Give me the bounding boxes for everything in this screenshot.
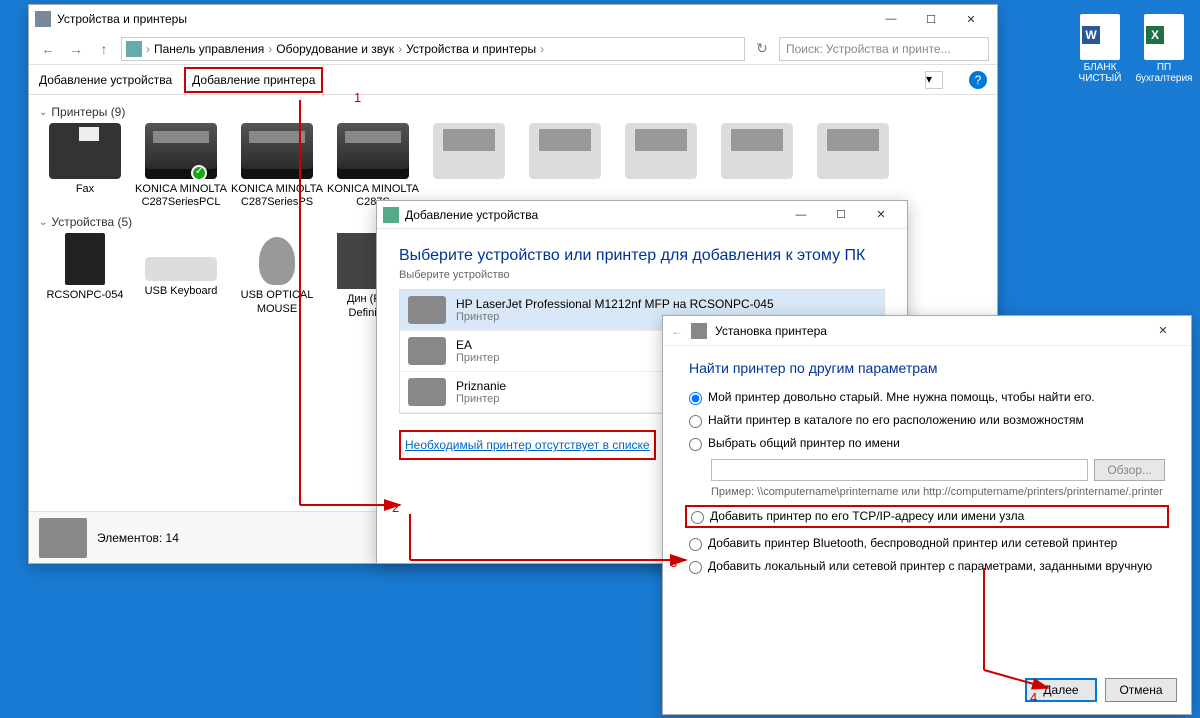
radio-option-shared[interactable]: Выбрать общий принтер по имени [689, 436, 1165, 451]
dialog-heading: Найти принтер по другим параметрам [689, 360, 1165, 376]
status-text: Элементов: 14 [97, 531, 179, 545]
desktop-icon-excel[interactable]: ПП бухгалтерия [1134, 14, 1194, 84]
install-printer-dialog: ← Установка принтера ✕ Найти принтер по … [662, 315, 1192, 715]
cancel-button[interactable]: Отмена [1105, 678, 1177, 702]
help-button[interactable]: ? [969, 71, 987, 89]
radio-option-catalog[interactable]: Найти принтер в каталоге по его располож… [689, 413, 1165, 428]
device-item[interactable] [807, 123, 899, 209]
device-item[interactable] [519, 123, 611, 209]
radio-option-local[interactable]: Добавить локальный или сетевой принтер с… [689, 559, 1165, 574]
breadcrumb-item[interactable]: Устройства и принтеры [406, 42, 536, 56]
annotation-3: 3 [670, 555, 677, 570]
back-button[interactable]: ← [671, 324, 683, 338]
printer-icon [145, 123, 217, 179]
dialog-icon [383, 207, 399, 223]
group-header-printers[interactable]: ⌄ Принтеры (9) [39, 105, 987, 119]
fax-icon [49, 123, 121, 179]
chevron-down-icon: ⌄ [39, 217, 47, 228]
printer-icon [625, 123, 697, 179]
dialog-heading: Выберите устройство или принтер для доба… [399, 247, 885, 265]
titlebar[interactable]: Устройства и принтеры — ☐ ✕ [29, 5, 997, 33]
search-input[interactable]: Поиск: Устройства и принте... [779, 37, 989, 61]
printer-icon [529, 123, 601, 179]
device-item[interactable]: KONICA MINOLTA C287S [327, 123, 419, 209]
titlebar[interactable]: Добавление устройства — ☐ ✕ [377, 201, 907, 229]
close-button[interactable]: ✕ [861, 202, 901, 228]
add-printer-button[interactable]: Добавление принтера [184, 67, 323, 93]
breadcrumb-icon [126, 41, 142, 57]
device-item[interactable] [615, 123, 707, 209]
breadcrumb-item[interactable]: Панель управления [154, 42, 264, 56]
desktop-icon-label: ПП бухгалтерия [1134, 62, 1194, 84]
dialog-title: Установка принтера [715, 324, 827, 338]
missing-printer-link[interactable]: Необходимый принтер отсутствует в списке [405, 438, 650, 452]
up-button[interactable]: ↑ [93, 38, 115, 60]
minimize-button[interactable]: — [871, 6, 911, 32]
desktop-icon-label: БЛАНК ЧИСТЫЙ [1070, 62, 1130, 84]
maximize-button[interactable]: ☐ [821, 202, 861, 228]
device-item[interactable]: RCSONPC-054 [39, 233, 131, 319]
view-dropdown[interactable]: ▾ [925, 71, 943, 89]
breadcrumb-item[interactable]: Оборудование и звук [276, 42, 394, 56]
forward-button[interactable]: → [65, 38, 87, 60]
back-button[interactable]: ← [37, 38, 59, 60]
check-icon [191, 165, 207, 181]
breadcrumb[interactable]: › Панель управления › Оборудование и зву… [121, 37, 745, 61]
printer-icon [337, 123, 409, 179]
printer-icon [433, 123, 505, 179]
device-item[interactable]: KONICA MINOLTA C287SeriesPCL [135, 123, 227, 209]
printer-icon [408, 337, 446, 365]
radio-option-bluetooth[interactable]: Добавить принтер Bluetooth, беспроводной… [689, 536, 1165, 551]
printer-icon [721, 123, 793, 179]
command-bar: Добавление устройства Добавление принтер… [29, 65, 997, 95]
shared-name-input[interactable] [711, 459, 1088, 481]
printer-icon [691, 323, 707, 339]
nav-row: ← → ↑ › Панель управления › Оборудование… [29, 33, 997, 65]
excel-icon [1144, 14, 1184, 60]
printer-icon [408, 296, 446, 324]
annotation-2: 2 [392, 500, 399, 515]
mouse-icon [259, 237, 295, 285]
pc-icon [65, 233, 105, 285]
titlebar[interactable]: ← Установка принтера ✕ [663, 316, 1191, 346]
device-item[interactable] [423, 123, 515, 209]
device-item[interactable]: USB OPTICAL MOUSE [231, 233, 323, 319]
browse-button[interactable]: Обзор... [1094, 459, 1165, 481]
refresh-button[interactable]: ↻ [751, 38, 773, 60]
radio-option-tcpip[interactable]: Добавить принтер по его TCP/IP-адресу ил… [685, 505, 1169, 528]
device-item[interactable]: USB Keyboard [135, 233, 227, 319]
keyboard-icon [145, 257, 217, 281]
device-item[interactable]: Fax [39, 123, 131, 209]
hint-text: Пример: \\computername\printername или h… [711, 485, 1165, 499]
close-button[interactable]: ✕ [951, 6, 991, 32]
device-item[interactable] [711, 123, 803, 209]
radio-option-old[interactable]: Мой принтер довольно старый. Мне нужна п… [689, 390, 1165, 405]
dialog-title: Добавление устройства [405, 208, 538, 222]
dialog-subtitle: Выберите устройство [399, 269, 885, 281]
window-title: Устройства и принтеры [57, 12, 187, 26]
annotation-1: 1 [354, 90, 361, 105]
status-icon [39, 518, 87, 558]
maximize-button[interactable]: ☐ [911, 6, 951, 32]
printer-icon [817, 123, 889, 179]
add-device-button[interactable]: Добавление устройства [39, 73, 172, 87]
close-button[interactable]: ✕ [1143, 318, 1183, 344]
device-item[interactable]: KONICA MINOLTA C287SeriesPS [231, 123, 323, 209]
printer-icon [408, 378, 446, 406]
minimize-button[interactable]: — [781, 202, 821, 228]
missing-printer-link-box: Необходимый принтер отсутствует в списке [399, 430, 656, 460]
chevron-down-icon: ⌄ [39, 107, 47, 118]
window-icon [35, 11, 51, 27]
desktop-icon-word[interactable]: БЛАНК ЧИСТЫЙ [1070, 14, 1130, 84]
word-icon [1080, 14, 1120, 60]
printer-icon [241, 123, 313, 179]
annotation-4: 4 [1030, 690, 1037, 705]
